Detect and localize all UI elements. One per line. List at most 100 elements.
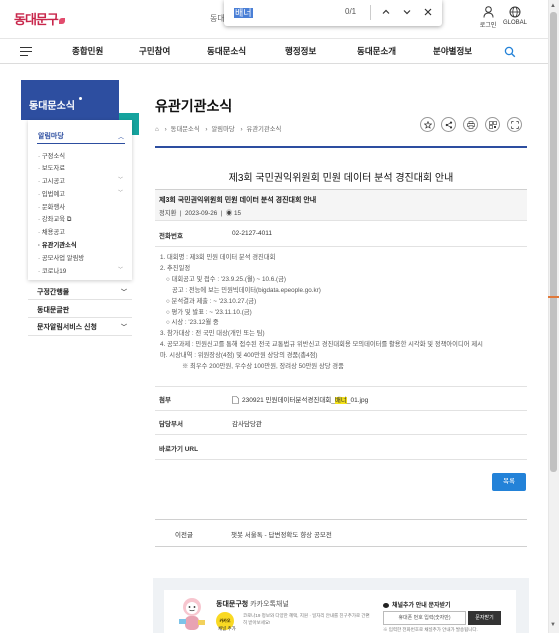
- sidebar-item-active[interactable]: · 유관기관소식: [38, 240, 77, 249]
- nav-item[interactable]: 동대문소개: [357, 45, 396, 57]
- row-divider: [155, 459, 527, 460]
- sidebar-category-underline: [37, 143, 125, 144]
- row-divider: [155, 434, 527, 435]
- breadcrumb-item[interactable]: 알림마당: [212, 126, 235, 133]
- channel-add-label[interactable]: 채널 추가: [218, 626, 236, 632]
- logo-text[interactable]: 동대문구: [14, 12, 59, 27]
- body-line: 4. 공모과제 : 민원신고를 통해 접수된 전국 교통법규 위반신고 경진대회…: [160, 341, 483, 349]
- breadcrumb-item[interactable]: 동대문소식: [171, 126, 200, 133]
- body-line: ○ 대회공고 및 접수 : '23.9.25.(월) ~ 10.6.(금): [166, 275, 286, 283]
- find-next-button[interactable]: [400, 5, 414, 19]
- mascot-image: [179, 598, 205, 630]
- nav-item[interactable]: 분야별정보: [433, 45, 472, 57]
- chat-icon: [383, 602, 389, 608]
- share-button[interactable]: [441, 117, 456, 132]
- search-icon[interactable]: [504, 45, 516, 63]
- page-title: 유관기관소식: [155, 98, 233, 114]
- sidebar-item[interactable]: · 문화행사: [38, 202, 65, 211]
- sidebar-main-item[interactable]: 구정간행물 ﹀: [37, 287, 131, 297]
- find-previous-button[interactable]: [379, 5, 393, 19]
- star-icon: [424, 121, 432, 129]
- sidebar-item[interactable]: · 보도자료: [38, 163, 65, 172]
- login-button[interactable]: 로그인: [478, 6, 498, 29]
- phone-value: 02-2127-4011: [232, 230, 272, 237]
- print-icon: [467, 121, 475, 129]
- scrollbar-thumb[interactable]: [550, 12, 557, 472]
- post-meta: 정지환 | 2023-09-26 | ◉ 15: [159, 210, 241, 217]
- sidebar-main-item[interactable]: 동대문글판: [37, 305, 131, 315]
- sidebar-item[interactable]: · 고시공고 ﹀: [38, 176, 123, 185]
- sidebar-item[interactable]: · 코로나19 ﹀: [38, 266, 123, 275]
- global-button[interactable]: GLOBAL: [502, 6, 528, 26]
- phone-label: 전화번호: [159, 233, 183, 240]
- sms-send-button[interactable]: 문자받기: [468, 611, 501, 625]
- nav-item[interactable]: 종합민원: [72, 45, 103, 57]
- breadcrumb-item[interactable]: 유관기관소식: [247, 126, 282, 133]
- body-line: 3. 참가대상 : 전 국민 대상(개인 또는 팀): [160, 330, 265, 338]
- nav-item[interactable]: 행정정보: [285, 45, 316, 57]
- qr-code-icon: [489, 121, 497, 129]
- body-line: ○ 평가 및 발표 : ~ '23.11.10.(금): [166, 308, 252, 316]
- scroll-down-arrow-icon[interactable]: ▼: [550, 622, 556, 628]
- find-result-marker: [548, 296, 559, 298]
- nav-item[interactable]: 구민참여: [139, 45, 170, 57]
- global-label: GLOBAL: [502, 20, 527, 26]
- find-input[interactable]: 배너: [234, 6, 253, 19]
- post-body: 1. 대회명 : 제3회 민원 데이터 분석 경진대회 2. 추진일정 ○ 대회…: [160, 253, 525, 373]
- find-bar: 배너 0/1: [224, 0, 442, 26]
- breadcrumb: ⌂ › 동대문소식 › 알림마당 › 유관기관소식: [155, 126, 282, 133]
- sidebar-item[interactable]: · 입법예고 ﹀: [38, 189, 123, 198]
- post-subtitle: 제3회 국민권익위원회 민원 데이터 분석 경진대회 안내: [159, 197, 317, 204]
- expand-icon: [511, 121, 519, 129]
- footer-brand: 동대문구청 카카오톡채널: [216, 599, 289, 609]
- sidebar-item[interactable]: · 채용공고: [38, 227, 65, 236]
- sidebar-category[interactable]: 알림마당: [38, 131, 64, 141]
- find-highlight: 배너: [334, 397, 347, 404]
- eye-icon: ◉: [225, 210, 233, 217]
- site-logo[interactable]: 동대문구: [14, 9, 65, 28]
- footer-brand-sub: 카카오톡채널: [250, 601, 289, 608]
- sidebar-divider: [28, 299, 132, 300]
- title-divider: [155, 146, 527, 148]
- url-label: 바로가기 URL: [159, 446, 199, 453]
- phone-number-input[interactable]: 휴대폰 번호 입력(숫자만): [383, 611, 466, 625]
- sidebar-item[interactable]: · 강좌교육 ⧉: [38, 214, 71, 224]
- chevron-down-icon: ﹀: [120, 290, 127, 296]
- prev-post-link[interactable]: 챗봇 서울톡 - 답변정확도 향상 공모전: [231, 529, 332, 539]
- attach-label: 첨부: [159, 397, 171, 404]
- share-icon: [445, 121, 453, 129]
- footer-brand-name: 동대문구청: [216, 601, 249, 608]
- sidebar-main-item[interactable]: 문자알림서비스 신청 ﹀: [37, 322, 131, 332]
- sidebar-item[interactable]: · 구정소식: [38, 151, 65, 160]
- chevron-up-icon[interactable]: ︿: [118, 132, 124, 141]
- find-separator: [370, 5, 371, 20]
- body-line: 마. 시상내역 : 위원장상(4점) 및 400만원 상당의 경품(총4점): [160, 352, 318, 360]
- body-line: 1. 대회명 : 제3회 민원 데이터 분석 경진대회: [160, 254, 276, 261]
- login-label: 로그인: [479, 23, 497, 29]
- header-faint-text: 동대: [210, 14, 225, 23]
- main-nav: 종합민원 구민참여 동대문소식 행정정보 동대문소개 분야별정보: [0, 38, 548, 64]
- nav-item[interactable]: 동대문소식: [207, 45, 246, 57]
- qr-code-button[interactable]: [485, 117, 500, 132]
- expand-button[interactable]: [507, 117, 522, 132]
- find-close-button[interactable]: [421, 5, 435, 19]
- attachment-link[interactable]: 230921 민원데이터분석경진대회_배너_01.jpg: [232, 394, 368, 405]
- bookmark-button[interactable]: [420, 117, 435, 132]
- sidebar-item[interactable]: · 공모사업 알림방: [38, 253, 84, 262]
- prev-post-row[interactable]: 이전글 챗봇 서울톡 - 답변정확도 향상 공모전: [155, 519, 527, 547]
- print-button[interactable]: [463, 117, 478, 132]
- chevron-down-icon: ﹀: [120, 325, 127, 331]
- home-icon[interactable]: ⌂: [155, 126, 159, 133]
- sms-note: ※ 입력한 전화번호로 채널추가 안내가 발송됩니다.: [383, 627, 478, 632]
- page: 동대문구 동대 로그인 GLOBAL 배너 0/1 종합민원 구민참여 동대문소…: [0, 0, 559, 633]
- menu-icon[interactable]: [20, 47, 32, 56]
- row-divider: [155, 386, 527, 387]
- find-query[interactable]: 배너: [234, 8, 253, 18]
- file-icon: [232, 396, 239, 405]
- post-date: 2023-09-26: [185, 210, 218, 217]
- scroll-up-arrow-icon[interactable]: ▲: [550, 3, 556, 9]
- body-line: ※ 최우수 200만원, 우수상 100만원, 장려상 50만원 상당 경품: [182, 363, 344, 371]
- external-link-icon: ⧉: [66, 216, 72, 223]
- sms-title: 채널추가 안내 문자받기: [383, 600, 451, 609]
- list-button[interactable]: 목록: [492, 473, 526, 491]
